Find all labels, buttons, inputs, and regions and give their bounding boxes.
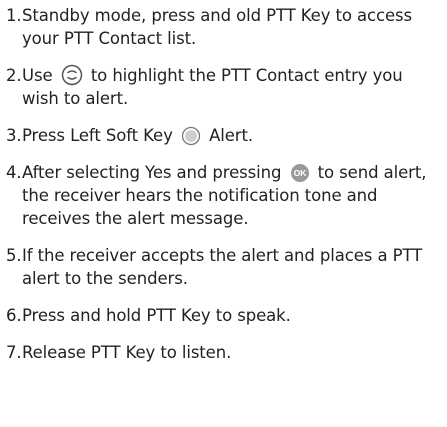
step-text: Standby mode, press and old PTT Key to a…	[22, 6, 413, 48]
step-text: Use to highlight the PTT Contact entry y…	[22, 64, 442, 110]
step-text: Release PTT Key to listen.	[22, 343, 232, 362]
step-text-before: Use	[22, 66, 58, 85]
step-text: After selecting Yes and pressing OK to s…	[22, 161, 442, 230]
instruction-step-1: 1. Standby mode, press and old PTT Key t…	[6, 4, 442, 50]
step-number: 3.	[6, 126, 22, 145]
instruction-step-4: 4. After selecting Yes and pressing OK t…	[6, 161, 442, 230]
left-soft-key-icon	[181, 126, 201, 146]
manual-page: 1. Standby mode, press and old PTT Key t…	[0, 0, 447, 427]
step-text-after: Alert.	[203, 126, 253, 145]
step-number: 1.	[6, 6, 22, 25]
step-text-before: After selecting Yes and pressing	[22, 163, 287, 182]
instruction-step-7: 7. Release PTT Key to listen.	[6, 341, 442, 364]
step-number: 4.	[6, 163, 22, 182]
step-text: Press Left Soft Key Alert.	[22, 124, 442, 147]
navigation-key-icon	[61, 64, 83, 86]
instruction-list: 1. Standby mode, press and old PTT Key t…	[6, 4, 442, 378]
step-number: 5.	[6, 246, 22, 265]
instruction-step-6: 6. Press and hold PTT Key to speak.	[6, 304, 442, 327]
instruction-step-3: 3. Press Left Soft Key Alert.	[6, 124, 442, 147]
step-number: 6.	[6, 306, 22, 325]
ok-key-icon: OK	[290, 163, 310, 183]
step-text-before: Press Left Soft Key	[22, 126, 178, 145]
step-text: Press and hold PTT Key to speak.	[22, 306, 291, 325]
ok-key-label: OK	[293, 168, 307, 178]
instruction-step-5: 5. If the receiver accepts the alert and…	[6, 244, 442, 290]
step-text: If the receiver accepts the alert and pl…	[22, 246, 423, 288]
instruction-step-2: 2. Use to highlight the PTT Contact entr…	[6, 64, 442, 110]
step-number: 7.	[6, 343, 22, 362]
step-number: 2.	[6, 66, 22, 85]
